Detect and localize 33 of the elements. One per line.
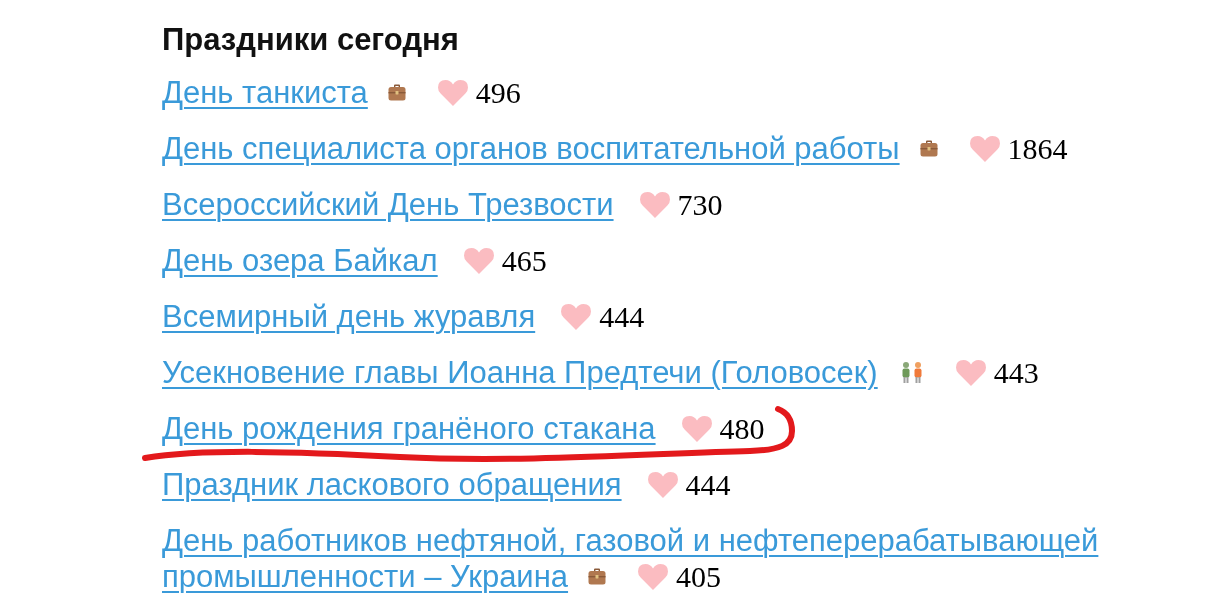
briefcase-icon <box>588 568 607 586</box>
like-count: 444 <box>599 299 645 333</box>
heart-icon[interactable] <box>638 563 669 590</box>
holiday-link[interactable]: День работников нефтяной, газовой и нефтеперерабатывающей <box>162 522 1099 558</box>
like-count: 496 <box>475 75 521 109</box>
holiday-link[interactable]: промышленности – Украина <box>162 558 569 593</box>
like-count: 444 <box>685 467 731 501</box>
holiday-link[interactable]: День рождения гранёного стакана <box>162 410 656 446</box>
holiday-link[interactable]: День танкиста <box>162 74 368 110</box>
two-children-icon <box>899 360 924 385</box>
heart-icon[interactable] <box>969 135 1000 162</box>
holiday-link[interactable]: Усекновение главы Иоанна Предтечи (Головосек) <box>162 354 878 390</box>
heart-icon[interactable] <box>681 415 712 442</box>
heart-icon[interactable] <box>437 79 468 106</box>
holiday-link[interactable]: День озера Байкал <box>162 242 438 278</box>
like-count: 730 <box>677 187 723 221</box>
like-count: 480 <box>719 411 765 445</box>
holiday-link[interactable]: Всероссийский День Трезвости <box>162 186 614 222</box>
like-count: 465 <box>501 243 547 277</box>
section-title: Праздники сегодня <box>162 24 459 56</box>
like-count: 443 <box>993 355 1039 389</box>
heart-icon[interactable] <box>639 191 670 218</box>
holiday-link[interactable]: Всемирный день журавля <box>162 298 536 334</box>
like-count: 1864 <box>1007 131 1068 165</box>
briefcase-icon <box>387 84 406 102</box>
heart-icon[interactable] <box>955 359 986 386</box>
like-count: 405 <box>676 559 722 593</box>
briefcase-icon <box>919 140 938 158</box>
holiday-link[interactable]: День специалиста органов воспитательной работы <box>162 130 900 166</box>
heart-icon[interactable] <box>561 303 592 330</box>
heart-icon[interactable] <box>647 471 678 498</box>
holiday-link[interactable]: Праздник ласкового обращения <box>162 466 622 502</box>
heart-icon[interactable] <box>463 247 494 274</box>
